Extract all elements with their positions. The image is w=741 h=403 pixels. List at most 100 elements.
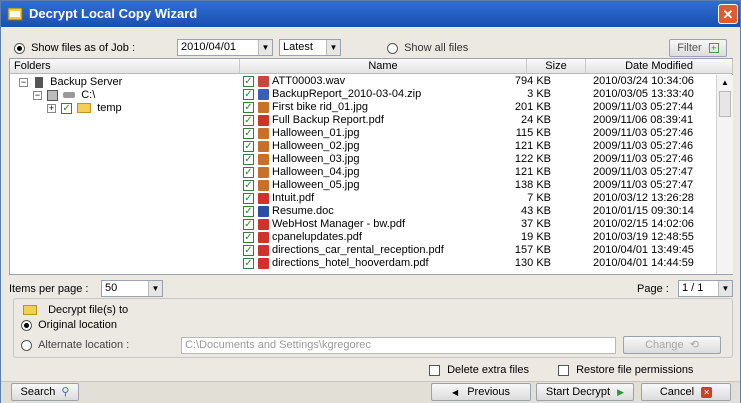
image-icon [258,128,269,139]
file-name: Halloween_03.jpg [272,153,360,165]
alternate-location-radio[interactable]: Alternate location : [21,339,129,351]
wizard-window: Decrypt Local Copy Wizard ✕ Show files a… [0,0,741,403]
file-row[interactable]: ✓ Resume.doc 43 KB 2010/01/15 09:30:14 [241,205,715,218]
checked-icon[interactable]: ✓ [243,167,254,178]
file-row[interactable]: ✓ Full Backup Report.pdf 24 KB 2009/11/06 0… [241,114,715,127]
checked-icon[interactable]: ✓ [243,258,254,269]
checked-icon[interactable]: ✓ [243,193,254,204]
start-decrypt-label: Start Decrypt [545,386,611,398]
file-date: 2010/03/19 12:48:55 [593,231,694,243]
checkbox-icon [429,364,440,376]
pdf-icon [258,193,269,204]
delete-extra-label: Delete extra files [447,364,529,376]
checked-icon[interactable]: ✓ [243,115,254,126]
checked-icon[interactable]: ✓ [243,128,254,139]
show-as-of-label: Show files as of Job : [31,42,136,54]
radio-selected-icon [14,42,25,54]
chevron-down-icon: ▼ [148,281,162,296]
version-select[interactable]: Latest ▼ [279,39,341,56]
file-name: Halloween_05.jpg [272,179,360,191]
checked-icon[interactable]: ✓ [243,102,254,113]
name-column-header[interactable]: Name [240,59,527,74]
radio-selected-icon [21,319,32,331]
refresh-icon: ⟲ [689,339,699,351]
checked-icon[interactable]: ✓ [243,219,254,230]
checked-icon[interactable]: ✓ [243,180,254,191]
tree-node-temp[interactable]: + ✓ temp [47,102,122,114]
file-date: 2010/03/12 13:26:28 [593,192,694,204]
original-location-radio[interactable]: Original location [21,319,117,331]
alternate-path-field[interactable]: C:\Documents and Settings\kgregorec [181,337,616,354]
show-as-of-radio[interactable]: Show files as of Job : [14,42,135,54]
change-button[interactable]: Change ⟲ [623,336,721,354]
file-row[interactable]: ✓ Halloween_04.jpg 121 KB 2009/11/03 05:27:… [241,166,715,179]
delete-extra-checkbox[interactable]: Delete extra files [429,364,529,376]
search-button[interactable]: Search ⚲ [11,383,79,401]
tree-node-c-drive[interactable]: − C:\ [33,89,95,101]
file-size: 157 KB [514,244,551,256]
start-decrypt-button[interactable]: Start Decrypt ▶ [536,383,634,401]
checked-icon[interactable]: ✓ [243,141,254,152]
file-row[interactable]: ✓ Halloween_01.jpg 115 KB 2009/11/03 05:27:… [241,127,715,140]
show-all-radio[interactable]: Show all files [387,42,468,54]
checked-icon[interactable]: ✓ [243,154,254,165]
items-per-page-value: 50 [105,282,118,294]
pdf-icon [258,258,269,269]
file-row[interactable]: ✓ WebHost Manager - bw.pdf 37 KB 2010/02/15… [241,218,715,231]
file-row[interactable]: ✓ First bike rid_01.jpg 201 KB 2009/11/03 0… [241,101,715,114]
file-list-scrollbar[interactable]: ▲ [716,75,733,274]
file-row[interactable]: ✓ Halloween_05.jpg 138 KB 2009/11/03 05:27:… [241,179,715,192]
zip-icon [258,89,269,100]
title-bar: Decrypt Local Copy Wizard ✕ [1,1,740,27]
chevron-down-icon: ▼ [258,40,272,55]
file-name: cpanelupdates.pdf [272,231,362,243]
items-per-page-select[interactable]: 50 ▼ [101,280,163,297]
expand-icon[interactable]: + [47,104,56,113]
date-column-header[interactable]: Date Modified [586,59,733,74]
file-date: 2010/01/15 09:30:14 [593,205,694,217]
collapse-icon[interactable]: − [33,91,42,100]
folder-open-icon [23,305,37,316]
size-column-header[interactable]: Size [527,59,586,74]
restore-permissions-checkbox[interactable]: Restore file permissions [558,364,693,376]
tree-label: C:\ [81,89,96,101]
file-row[interactable]: ✓ BackupReport_2010-03-04.zip 3 KB 2010/03/… [241,88,715,101]
file-row[interactable]: ✓ directions_hotel_hooverdam.pdf 130 KB 201… [241,257,715,270]
scroll-thumb[interactable] [719,91,731,117]
show-all-label: Show all files [404,42,469,54]
file-date: 2010/03/24 10:34:06 [593,75,694,87]
file-row[interactable]: ✓ cpanelupdates.pdf 19 KB 2010/03/19 12:48:… [241,231,715,244]
file-row[interactable]: ✓ Halloween_02.jpg 121 KB 2009/11/03 05:27:… [241,140,715,153]
checked-icon[interactable]: ✓ [243,76,254,87]
tree-node-backup-server[interactable]: − Backup Server [19,76,122,88]
previous-button[interactable]: ◀ Previous [431,383,531,401]
job-options-row: Show files as of Job : 2010/04/01 ▼ Late… [9,38,733,58]
chevron-down-icon: ▼ [718,281,732,296]
page-select[interactable]: 1 / 1 ▼ [678,280,733,297]
image-icon [258,154,269,165]
radio-empty-icon [21,339,32,351]
file-size: 138 KB [514,179,551,191]
checked-icon[interactable]: ✓ [243,89,254,100]
file-row[interactable]: ✓ Halloween_03.jpg 122 KB 2009/11/03 05:27:… [241,153,715,166]
cancel-icon: ✕ [701,387,713,398]
file-name: Resume.doc [272,205,334,217]
close-icon[interactable]: ✕ [718,4,738,24]
checked-icon[interactable]: ✓ [243,206,254,217]
file-row[interactable]: ✓ ATT00003.wav 794 KB 2010/03/24 10:34:06 [241,75,715,88]
job-date-select[interactable]: 2010/04/01 ▼ [177,39,273,56]
checked-icon[interactable]: ✓ [243,232,254,243]
cancel-button[interactable]: Cancel ✕ [641,383,731,401]
file-row[interactable]: ✓ directions_car_rental_reception.pdf 157 … [241,244,715,257]
partial-check-icon[interactable] [47,89,59,101]
checked-icon[interactable]: ✓ [61,102,73,114]
file-date: 2010/04/01 13:49:45 [593,244,694,256]
pdf-icon [258,232,269,243]
filter-button[interactable]: Filter + [669,39,727,57]
file-row[interactable]: ✓ Intuit.pdf 7 KB 2010/03/12 13:26:28 [241,192,715,205]
checked-icon[interactable]: ✓ [243,245,254,256]
scroll-up-icon[interactable]: ▲ [718,77,732,89]
collapse-icon[interactable]: − [19,78,28,87]
file-size: 130 KB [514,257,551,269]
audio-icon [258,76,269,87]
